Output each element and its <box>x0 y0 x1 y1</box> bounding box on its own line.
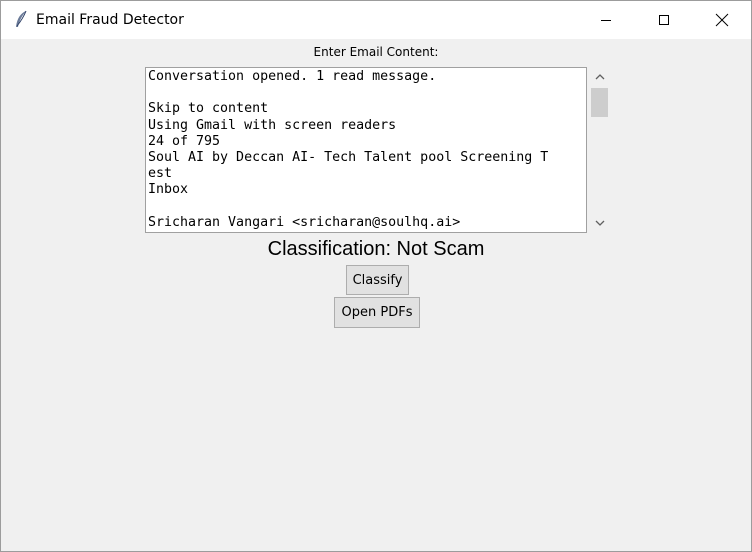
chevron-up-icon <box>595 74 604 80</box>
scroll-down-button[interactable] <box>589 213 610 233</box>
open-pdfs-button[interactable]: Open PDFs <box>334 297 420 328</box>
email-content-line: 24 of 795 <box>148 133 221 149</box>
minimize-button[interactable] <box>577 1 635 39</box>
app-window: Email Fraud Detector Enter Email Content… <box>0 0 752 552</box>
email-content-line: Using Gmail with screen readers <box>148 117 397 133</box>
email-content-line: Soul AI by Deccan AI- Tech Talent pool S… <box>148 149 549 165</box>
scroll-thumb[interactable] <box>591 88 608 117</box>
email-content-line: Conversation opened. 1 read message. <box>148 69 437 84</box>
email-content-line <box>146 199 548 215</box>
email-content-line <box>146 85 548 101</box>
email-content-line: est <box>148 166 173 182</box>
chevron-down-icon <box>595 220 604 226</box>
classification-result: Classification: Not Scam <box>267 238 485 260</box>
maximize-icon <box>659 15 669 25</box>
maximize-button[interactable] <box>635 1 693 39</box>
feather-icon <box>13 10 29 30</box>
window-title: Email Fraud Detector <box>36 12 184 28</box>
scroll-up-button[interactable] <box>589 67 610 87</box>
title-bar[interactable]: Email Fraud Detector <box>1 1 751 39</box>
classify-button[interactable]: Classify <box>346 265 409 295</box>
email-content-lines: Conversation opened. 1 read message. Skip… <box>146 69 548 231</box>
minimize-icon <box>601 20 611 21</box>
close-button[interactable] <box>693 1 751 39</box>
email-content-line: Sricharan Vangari <sricharan@soulhq.ai> <box>148 214 461 230</box>
textarea-scrollbar[interactable] <box>589 67 610 233</box>
email-content-line: Inbox <box>148 182 189 198</box>
email-content-label: Enter Email Content: <box>313 45 439 59</box>
email-content-textarea[interactable]: Conversation opened. 1 read message. Skip… <box>145 67 587 233</box>
close-icon <box>715 13 729 27</box>
email-content-line: Skip to content <box>148 101 269 117</box>
